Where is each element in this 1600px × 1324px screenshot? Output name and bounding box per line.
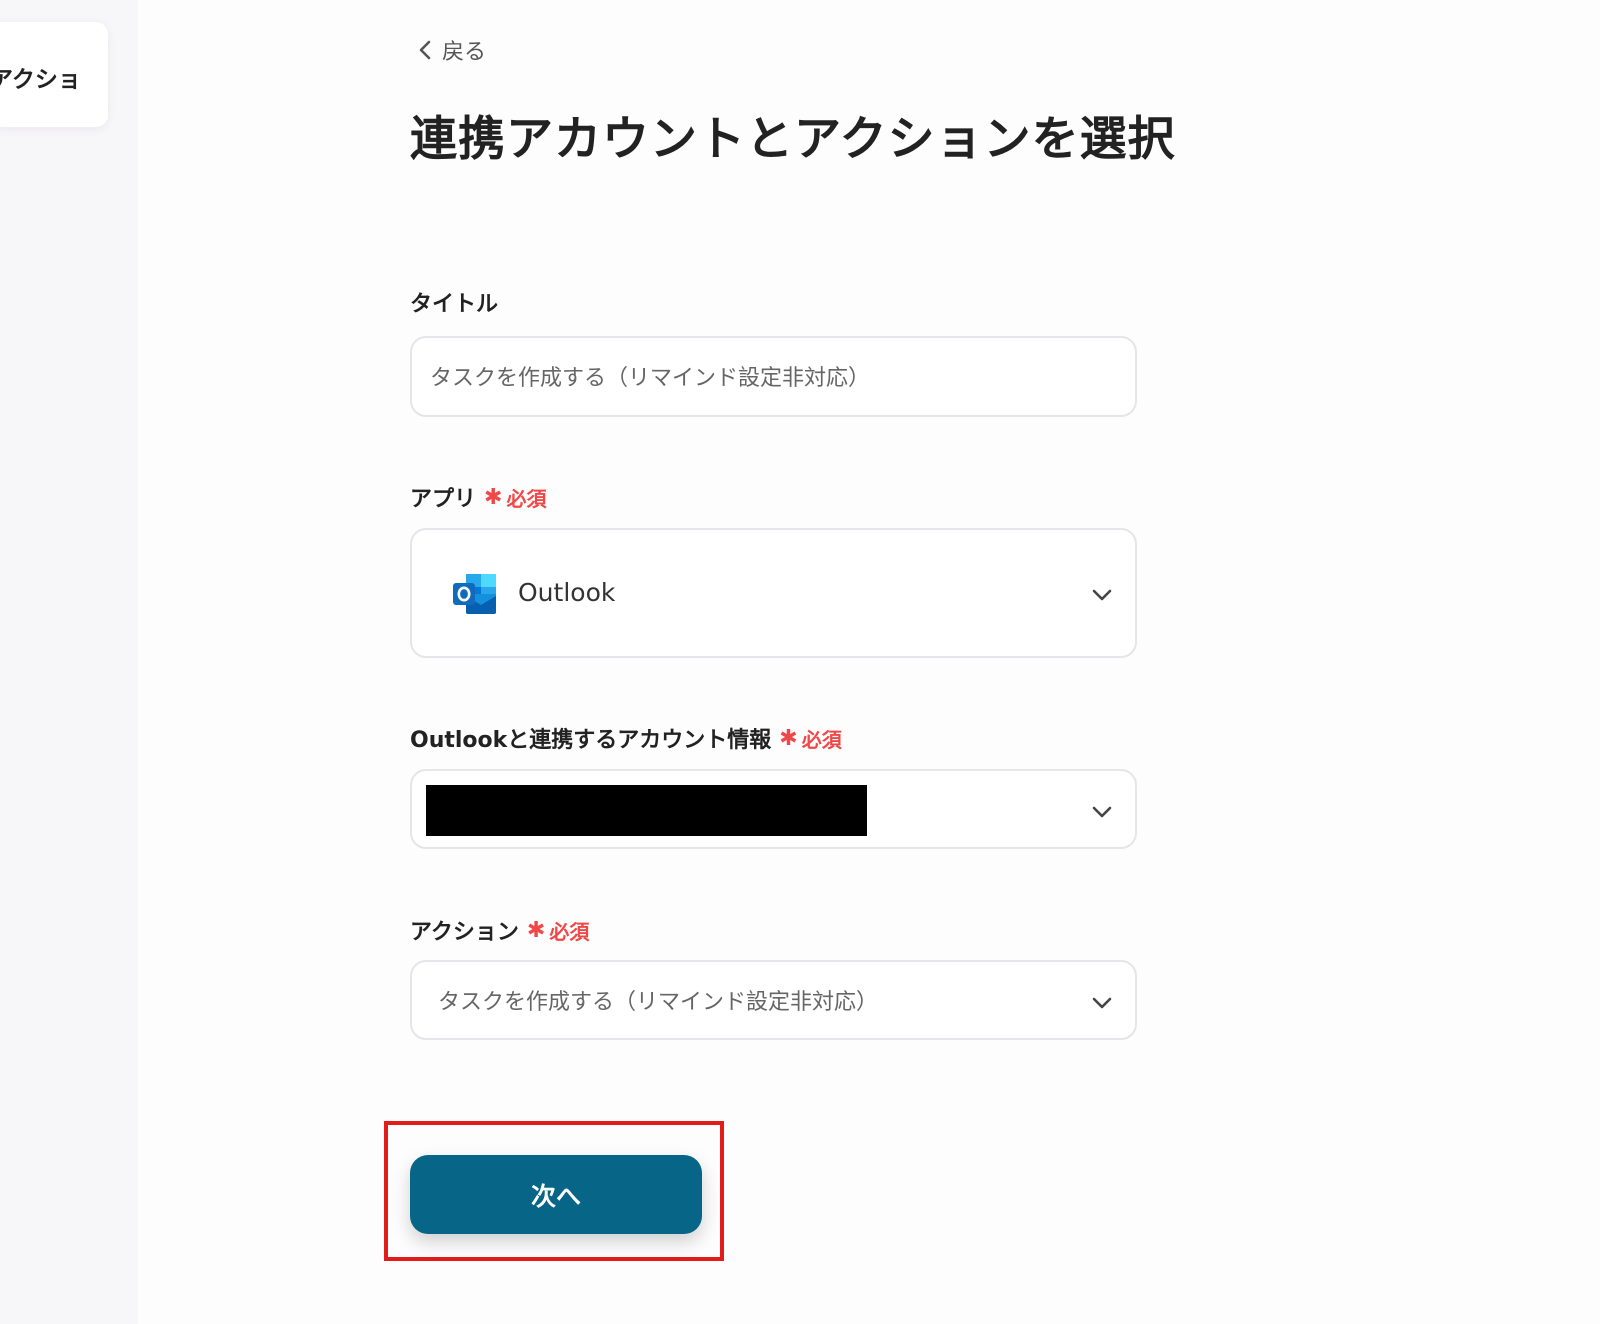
account-select[interactable] — [410, 769, 1137, 849]
side-card-label: アクショ — [0, 67, 81, 93]
required-label: 必須 — [506, 486, 547, 511]
action-field-label: アクション ✱ 必須 — [410, 914, 589, 946]
chevron-down-icon — [1092, 806, 1112, 818]
app-field-label: アプリ ✱ 必須 — [410, 481, 546, 513]
action-label-text: アクション — [410, 920, 519, 945]
title-input[interactable]: タスクを作成する（リマインド設定非対応） — [410, 336, 1137, 417]
side-card[interactable]: アクショ — [0, 22, 108, 127]
app-select-value: Outlook — [518, 578, 616, 607]
action-select[interactable]: タスクを作成する（リマインド設定非対応） — [410, 960, 1137, 1040]
asterisk-icon: ✱ — [526, 917, 546, 943]
page-title: 連携アカウントとアクションを選択 — [410, 112, 1176, 167]
app-select[interactable]: Outlook — [410, 528, 1137, 658]
title-label-text: タイトル — [410, 292, 499, 317]
app-label-text: アプリ — [410, 487, 477, 512]
required-badge: ✱ 必須 — [779, 724, 841, 753]
required-label: 必須 — [801, 727, 842, 752]
required-badge: ✱ 必須 — [484, 483, 546, 512]
redacted-account — [426, 785, 867, 836]
back-link[interactable]: 戻る — [418, 34, 486, 66]
left-panel: アクショ — [0, 0, 138, 1324]
title-field-label: タイトル — [410, 286, 498, 318]
back-label: 戻る — [442, 40, 487, 65]
asterisk-icon: ✱ — [484, 484, 503, 510]
chevron-down-icon — [1092, 589, 1112, 601]
required-label: 必須 — [549, 919, 590, 944]
required-badge: ✱ 必須 — [527, 916, 589, 945]
account-field-label: Outlookと連携するアカウント情報 ✱ 必須 — [410, 722, 842, 754]
next-button[interactable]: 次へ — [410, 1155, 702, 1234]
outlook-icon — [453, 574, 496, 614]
chevron-left-icon — [419, 40, 431, 60]
account-label-text: Outlookと連携するアカウント情報 — [410, 728, 772, 753]
action-select-value: タスクを作成する（リマインド設定非対応） — [438, 990, 879, 1015]
title-input-value: タスクを作成する（リマインド設定非対応） — [430, 366, 871, 391]
asterisk-icon: ✱ — [779, 725, 798, 751]
chevron-down-icon — [1092, 997, 1112, 1009]
